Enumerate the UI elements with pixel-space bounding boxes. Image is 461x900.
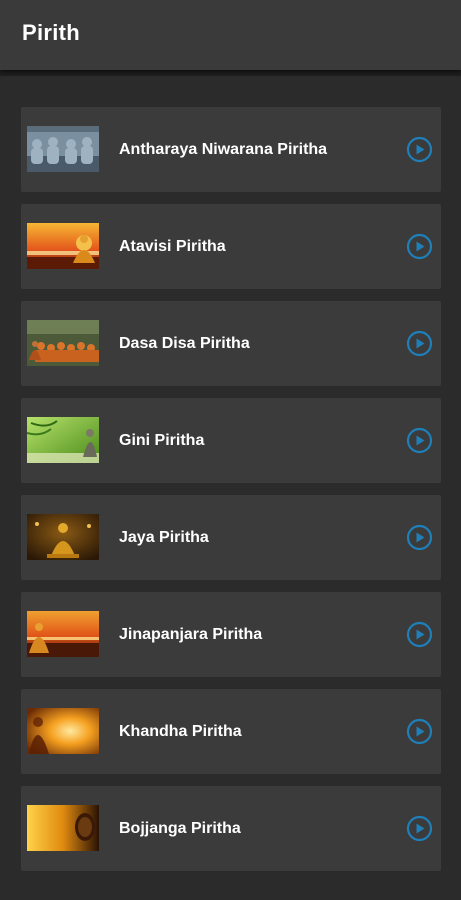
item-title: Atavisi Piritha bbox=[119, 238, 226, 255]
play-circle-icon[interactable] bbox=[406, 330, 433, 357]
pirith-list: Antharaya Niwarana Piritha Atavisi Pirit… bbox=[21, 107, 441, 883]
buddha-ocean-sunset-thumbnail bbox=[27, 611, 99, 657]
monks-statues-thumbnail bbox=[27, 126, 99, 172]
list-item[interactable]: Antharaya Niwarana Piritha bbox=[21, 107, 441, 192]
list-item[interactable]: Gini Piritha bbox=[21, 398, 441, 483]
list-item[interactable]: Atavisi Piritha bbox=[21, 204, 441, 289]
play-circle-icon[interactable] bbox=[406, 524, 433, 551]
item-title: Dasa Disa Piritha bbox=[119, 335, 250, 352]
app-title: Pirith bbox=[22, 20, 81, 45]
item-title: Gini Piritha bbox=[119, 432, 205, 449]
buddha-glow-thumbnail bbox=[27, 708, 99, 754]
play-circle-icon[interactable] bbox=[406, 718, 433, 745]
golden-buddha-thumbnail bbox=[27, 514, 99, 560]
item-title: Jinapanjara Piritha bbox=[119, 626, 263, 643]
list-item[interactable]: Jaya Piritha bbox=[21, 495, 441, 580]
buddha-face-gold-thumbnail bbox=[27, 805, 99, 851]
app-bar: Pirith bbox=[0, 0, 461, 70]
list-item[interactable]: Bojjanga Piritha bbox=[21, 786, 441, 871]
item-title: Bojjanga Piritha bbox=[119, 820, 241, 837]
play-circle-icon[interactable] bbox=[406, 427, 433, 454]
list-item[interactable]: Khandha Piritha bbox=[21, 689, 441, 774]
item-title: Jaya Piritha bbox=[119, 529, 209, 546]
monks-gathering-thumbnail bbox=[27, 320, 99, 366]
play-circle-icon[interactable] bbox=[406, 621, 433, 648]
item-title: Antharaya Niwarana Piritha bbox=[119, 141, 328, 158]
green-bamboo-buddha-thumbnail bbox=[27, 417, 99, 463]
list-item[interactable]: Dasa Disa Piritha bbox=[21, 301, 441, 386]
pirith-list-container[interactable]: Antharaya Niwarana Piritha Atavisi Pirit… bbox=[0, 76, 461, 900]
play-circle-icon[interactable] bbox=[406, 233, 433, 260]
buddha-sunset-thumbnail bbox=[27, 223, 99, 269]
list-item[interactable]: Jinapanjara Piritha bbox=[21, 592, 441, 677]
play-circle-icon[interactable] bbox=[406, 136, 433, 163]
play-circle-icon[interactable] bbox=[406, 815, 433, 842]
item-title: Khandha Piritha bbox=[119, 723, 242, 740]
